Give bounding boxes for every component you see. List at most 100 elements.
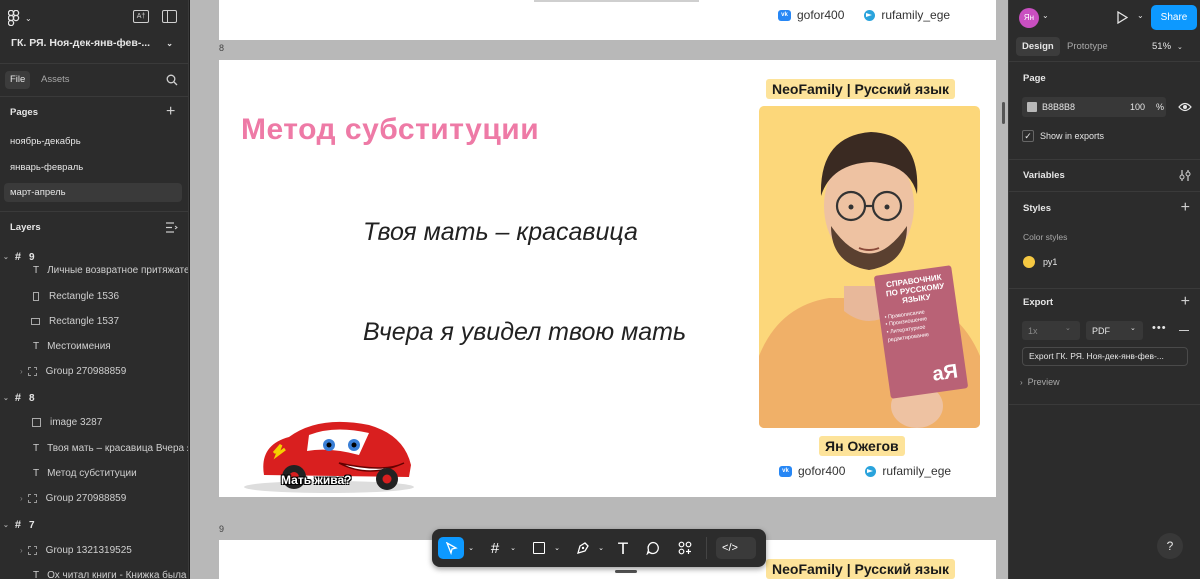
telegram-icon [865,465,877,477]
color-style-item[interactable]: ру1 [1023,256,1057,268]
rectangle-tool-button[interactable] [528,537,550,559]
dev-mode-toggle[interactable]: </> [716,537,756,559]
variables-icon[interactable] [1179,170,1191,181]
style-swatch [1023,256,1035,268]
help-button[interactable]: ? [1157,533,1183,559]
avatar[interactable]: Ян [1019,8,1039,28]
color-swatch[interactable] [1027,102,1037,112]
play-icon[interactable] [1116,11,1128,24]
frame-9[interactable]: vk gofor400 rufamily_ege [219,0,996,40]
chevron-down-icon[interactable]: ⌄ [596,537,606,559]
export-format-select[interactable]: PDF ⌄ [1086,321,1143,340]
eye-icon[interactable] [1178,101,1192,113]
export-scale-select[interactable]: 1x ⌄ [1022,321,1080,340]
page-item-selected[interactable]: март-апрель [4,183,182,202]
chevron-down-icon[interactable]: ⌄ [552,537,562,559]
figma-logo-icon [8,10,20,26]
canvas[interactable]: vk gofor400 rufamily_ege 8 Метод субститу… [190,0,1008,579]
vk-icon: vk [779,465,792,477]
frame-label-9[interactable]: 9 [219,524,224,534]
chevron-down-icon[interactable]: ⌄ [1137,11,1144,20]
move-tool-button[interactable] [438,537,464,559]
horizontal-scrollbar[interactable] [615,570,637,573]
zoom-level[interactable]: 51% ⌄ [1152,37,1183,57]
page-item-label: март-апрель [10,187,66,198]
add-style-icon[interactable]: + [1181,200,1190,216]
show-in-exports-checkbox[interactable]: ✓ Show in exports [1022,130,1104,142]
chevron-down-icon[interactable]: ⌄ [1042,11,1049,20]
layer-row[interactable]: Rectangle 1536 [0,289,188,303]
tab-prototype[interactable]: Prototype [1067,37,1108,56]
layer-row[interactable]: › Group 270988859 [0,491,188,505]
telegram-handle: rufamily_ege [881,8,951,22]
tab-file[interactable]: File [5,71,31,89]
pages-title: Pages [10,107,38,118]
divider [706,537,707,559]
vertical-scrollbar[interactable] [1002,102,1005,124]
search-icon[interactable] [166,74,178,86]
comment-icon [646,541,659,555]
layer-label: Твоя мать – красавица Вчера я у [47,442,189,454]
layer-row[interactable]: T Твоя мать – красавица Вчера я у [0,441,189,455]
pen-tool-button[interactable] [572,537,594,559]
layers-title: Layers [10,222,41,233]
layer-frame-8[interactable]: ⌄ # 8 [0,390,188,406]
font-badge-icon[interactable]: A† [133,10,149,23]
rectangle-icon [33,291,39,301]
layer-label: image 3287 [50,416,103,428]
comment-tool-button[interactable] [642,537,664,559]
style-name: ру1 [1043,257,1058,267]
frame-icon: # [14,519,21,531]
layer-frame-7[interactable]: ⌄ # 7 [0,517,188,533]
share-button[interactable]: Share [1151,5,1197,30]
brand-tag: NeoFamily | Русский язык [766,79,956,99]
actions-tool-button[interactable] [674,537,696,559]
layers-list-icon[interactable] [166,222,178,233]
chevron-down-icon[interactable]: ⌄ [466,537,476,559]
main-menu-button[interactable]: ⌄ [8,8,48,28]
add-page-icon[interactable]: + [166,103,175,121]
preview-toggle[interactable]: › Preview [1020,377,1060,387]
tab-design[interactable]: Design [1016,37,1060,56]
name-tag: Ян Ожегов [819,436,905,456]
layer-row[interactable]: T Местоимения [0,339,188,353]
chevron-down-icon: ⌄ [3,254,9,261]
social-row: vk gofor400 rufamily_ege [778,8,950,22]
meme-caption: Мать жива? [281,473,352,487]
more-options-icon[interactable]: ••• [1152,322,1167,334]
page-item[interactable]: ноябрь-декабрь [10,136,81,147]
file-name[interactable]: ГК. РЯ. Ноя-дек-янв-фев-... ⌄ [0,34,188,52]
chevron-down-icon: ⌄ [1177,44,1183,51]
chevron-down-icon: ⌄ [1130,325,1136,332]
show-in-exports-label: Show in exports [1040,131,1105,141]
layer-label: Rectangle 1537 [49,315,120,327]
page-color-field[interactable]: B8B8B8 100 % [1022,97,1166,117]
tab-assets[interactable]: Assets [41,71,70,89]
sidebar-toggle-icon[interactable] [162,10,177,23]
chevron-right-icon: › [20,366,23,376]
layer-row[interactable]: › Group 1321319525 [0,543,188,557]
vk-handle: gofor400 [798,464,846,478]
frame-tool-icon[interactable]: # [484,537,506,559]
layer-row[interactable]: T Ох читал книги - Книжка была ин [0,568,189,579]
chevron-down-icon[interactable]: ⌄ [508,537,518,559]
checkmark-icon: ✓ [1022,130,1034,142]
layer-row[interactable]: › Group 270988859 [0,364,188,378]
layer-label: Ох читал книги - Книжка была ин [47,569,189,579]
text-layer-icon: T [33,442,40,454]
add-export-icon[interactable]: + [1181,294,1190,310]
book-logo: аЯ [931,360,960,386]
chevron-down-icon: ⌄ [3,522,9,529]
frame-label-8[interactable]: 8 [219,43,224,53]
group-icon [27,493,37,503]
remove-export-icon[interactable] [1179,330,1189,332]
layer-row[interactable]: T Метод субституции [0,466,188,480]
layer-row[interactable]: Rectangle 1537 [0,314,188,328]
text-tool-icon[interactable]: T [612,537,634,559]
frame-icon: # [14,251,21,263]
page-item[interactable]: январь-февраль [10,162,83,173]
layer-row[interactable]: image 3287 [0,415,188,429]
export-button[interactable]: Export ГК. РЯ. Ноя-дек-янв-фев-... [1022,347,1188,366]
layer-row[interactable]: T Личные возвратное притяжател [0,263,188,277]
frame-8[interactable]: Метод субституции Твоя мать – красавица … [219,60,996,497]
